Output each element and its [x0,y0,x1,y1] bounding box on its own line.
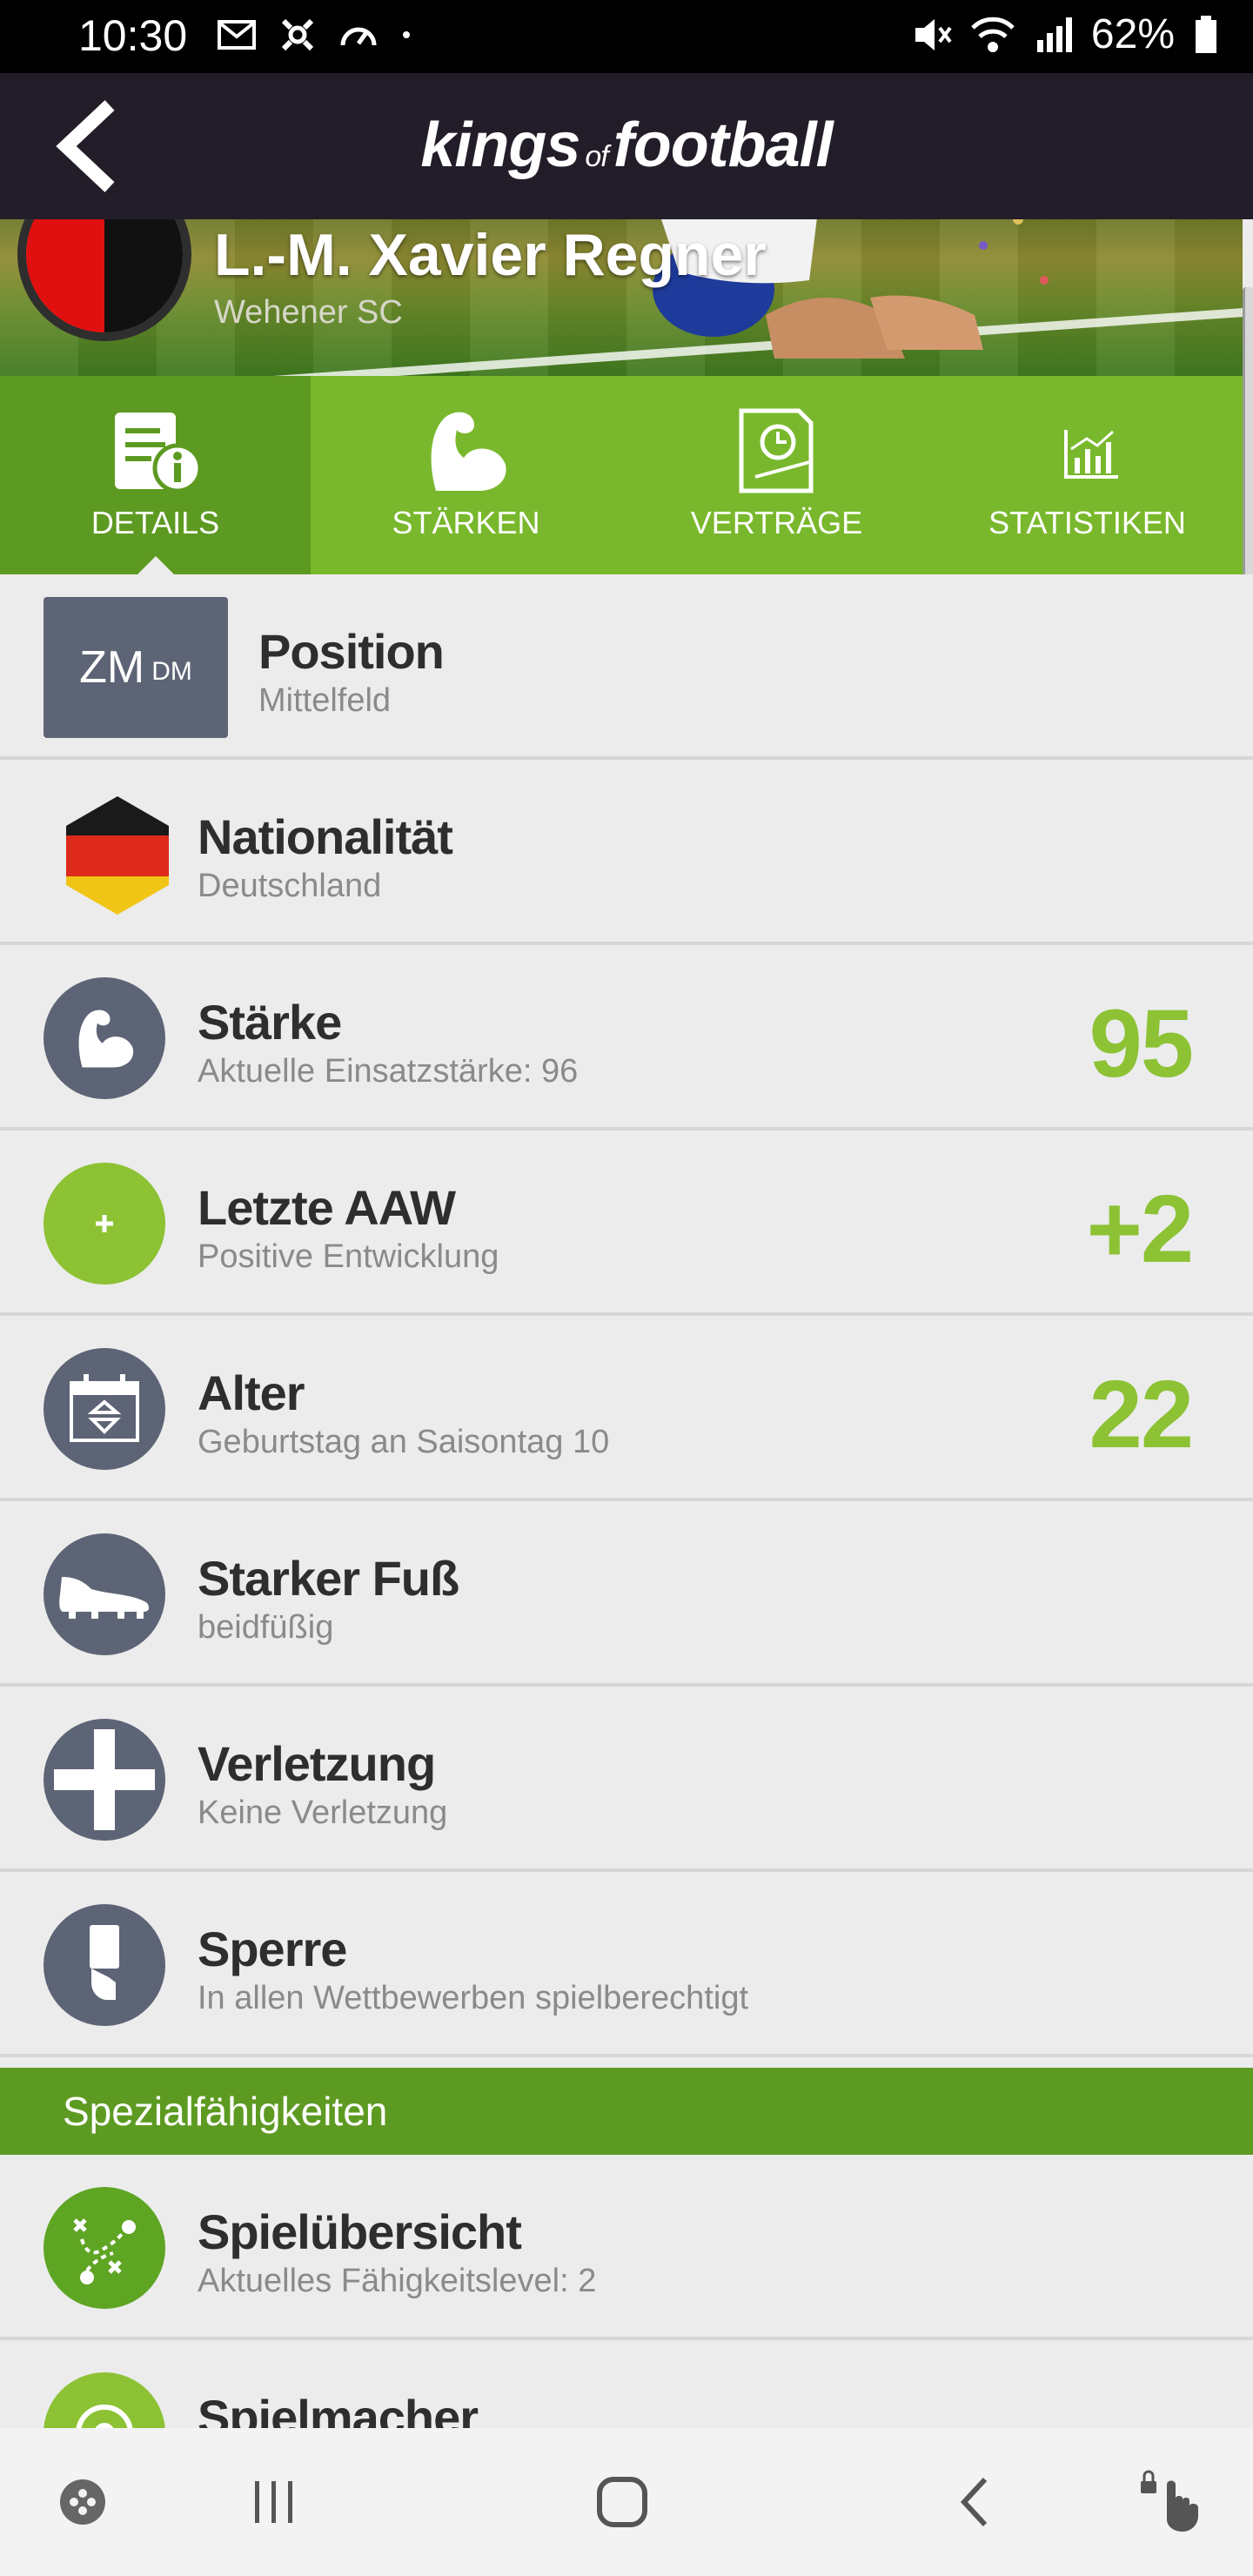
position-badge: ZM DM [44,597,228,738]
strength-value: 95 [1089,990,1194,1097]
list-item-subtitle: In allen Wettbewerben spielberechtigt [198,1980,749,2016]
touch-lock-icon [1141,2470,1198,2532]
foot-icon-circle [44,1533,165,1655]
list-item-injury[interactable]: Verletzung Keine Verletzung [0,1687,1253,1872]
list-item-suspension[interactable]: Sperre In allen Wettbewerben spielberech… [0,1872,1253,2057]
speedometer-icon [340,27,377,46]
tab-vertraege[interactable]: VERTRÄGE [621,376,932,574]
club-name[interactable]: Wehener SC [214,294,403,332]
settings-icon [281,18,314,51]
list-item-subtitle: Keine Verletzung [198,1794,448,1831]
card-hand-icon [90,1925,119,2000]
list-item-strong-foot[interactable]: Starker Fuß beidfüßig [0,1501,1253,1687]
medical-cross-icon [54,1729,155,1830]
list-item-nationality[interactable]: Nationalität Deutschland [0,760,1253,945]
position-badge-main: ZM [79,642,145,693]
list-item-position[interactable]: ZM DM Position Mittelfeld [0,574,1253,760]
tab-staerken-label: STÄRKEN [392,505,540,540]
germany-flag-icon [66,796,169,915]
notification-icons [218,16,412,54]
game-icon [60,2479,105,2525]
list-item-subtitle: beidfüßig [198,1609,334,1646]
battery-percent: 62% [1090,11,1175,57]
plus-icon [96,1215,113,1232]
player-name: L.-M. Xavier Regner [214,222,767,288]
app-screen: 10:30 62% kings offootball L.-M. Xavier … [0,0,1253,2576]
home-icon [597,2477,647,2527]
tab-bar: DETAILS STÄRKEN VERTRÄGE STATISTIKEN [0,376,1243,574]
list-item-title: Verletzung [198,1736,436,1791]
list-item-subtitle: Deutschland [198,868,382,904]
position-badge-sub: DM [151,657,192,686]
mute-icon [915,18,952,50]
list-item-subtitle: Mittelfeld [258,682,392,719]
status-time: 10:30 [78,11,188,60]
app-logo: kings offootball [0,110,1253,181]
document-info-icon [114,413,202,493]
section-header-special: Spezialfähigkeiten [0,2068,1253,2155]
status-bar: 10:30 62% [0,0,1253,73]
player-banner: L.-M. Xavier Regner Wehener SC [0,219,1243,376]
dot-icon [403,31,410,38]
tab-statistiken[interactable]: STATISTIKEN [932,376,1243,574]
back-icon [960,2477,988,2527]
list-item-title: Sperre [198,1922,347,1976]
wifi-icon [971,17,1015,52]
list-item-age[interactable]: Alter Geburtstag an Saisontag 10 22 [0,1316,1253,1501]
chart-icon [1063,430,1118,479]
system-icons: 62% [912,10,1218,58]
battery-icon [1196,15,1216,53]
list-item-title: Alter [198,1365,305,1420]
logo-of: of [585,140,608,173]
tab-details[interactable]: DETAILS [0,376,311,574]
strength-icon-circle [44,977,165,1099]
football-boot-icon [59,1577,150,1619]
home-button[interactable] [583,2463,661,2541]
touch-lock-button[interactable] [1131,2463,1209,2541]
tab-staerken[interactable]: STÄRKEN [311,376,621,574]
tab-details-label: DETAILS [90,505,220,540]
list-item-title: Stärke [198,995,342,1050]
calendar-icon [70,1374,139,1442]
app-bar: kings offootball [0,73,1253,219]
list-item-special-vision[interactable]: Spielübersicht Aktuelles Fähigkeitslevel… [0,2155,1253,2340]
list-item-title: Spielübersicht [198,2204,522,2259]
list-item-last-aaw[interactable]: Letzte AAW Positive Entwicklung +2 [0,1130,1253,1316]
age-value: 22 [1089,1361,1194,1468]
aaw-icon-circle [44,1163,165,1285]
list-item-subtitle: Geburtstag an Saisontag 10 [198,1424,610,1460]
bicep-icon [78,1010,134,1068]
contract-clock-icon [739,408,814,493]
aaw-value: +2 [1086,1176,1194,1283]
vision-icon-circle [44,2187,165,2309]
bicep-icon [431,412,506,491]
system-back-button[interactable] [935,2463,1014,2541]
tab-statistiken-label: STATISTIKEN [988,505,1186,540]
list-item-title: Letzte AAW [198,1180,456,1235]
signal-icon [1036,17,1072,52]
injury-icon-circle [44,1719,165,1841]
recents-icon [255,2481,292,2523]
tab-vertraege-label: VERTRÄGE [690,505,863,540]
list-item-subtitle: Positive Entwicklung [198,1238,499,1275]
mail-icon [218,20,256,50]
logo-football: football [613,111,834,180]
age-icon-circle [44,1348,165,1470]
list-item-title: Starker Fuß [198,1551,459,1606]
system-nav-bar [0,2428,1253,2576]
suspension-icon-circle [44,1904,165,2026]
list-item-title: Nationalität [198,809,453,864]
recents-button[interactable] [235,2463,313,2541]
game-tools-button[interactable] [44,2463,122,2541]
logo-kings: kings [420,111,580,180]
list-item-subtitle: Aktuelles Fähigkeitslevel: 2 [198,2263,597,2299]
list-item-strength[interactable]: Stärke Aktuelle Einsatzstärke: 96 95 [0,945,1253,1130]
list-item-subtitle: Aktuelle Einsatzstärke: 96 [198,1053,579,1090]
tactics-icon [73,2218,136,2284]
list-item-title: Position [258,624,445,679]
